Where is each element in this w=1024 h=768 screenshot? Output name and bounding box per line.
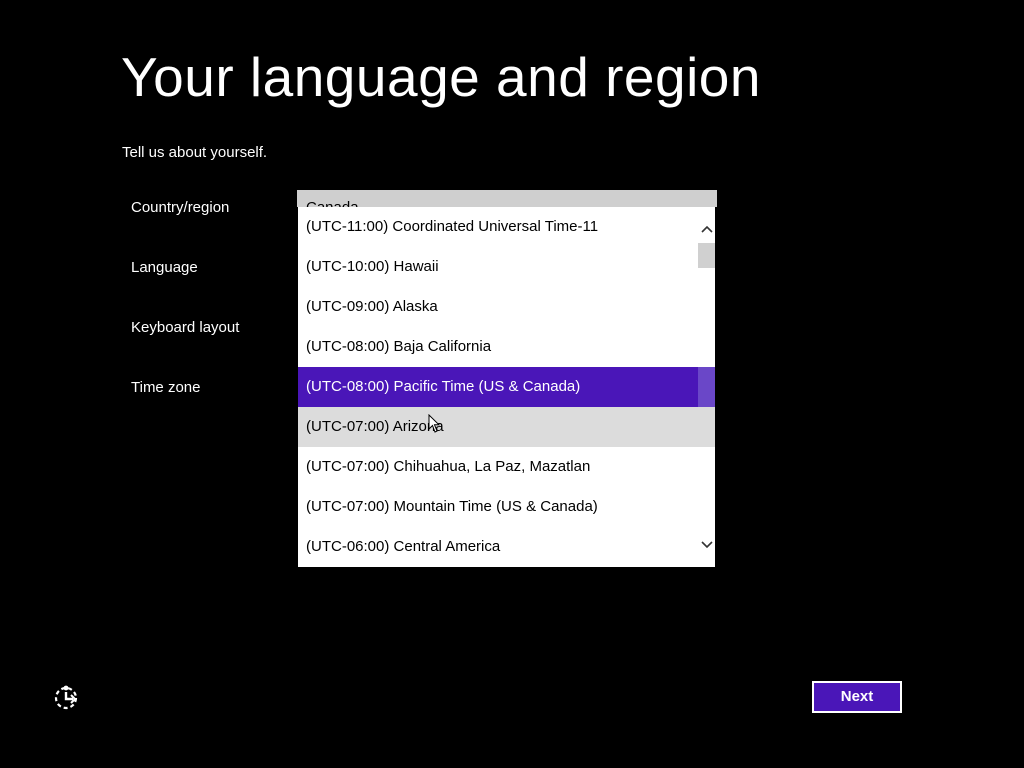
ease-of-access-icon[interactable] [53, 684, 81, 712]
time-zone-label: Time zone [131, 379, 201, 396]
time-zone-option[interactable]: (UTC-07:00) Mountain Time (US & Canada) [298, 487, 698, 527]
time-zone-option[interactable]: (UTC-06:00) Central America [298, 527, 698, 567]
time-zone-option[interactable]: (UTC-08:00) Baja California [298, 327, 698, 367]
page-title: Your language and region [121, 46, 761, 108]
page-subtitle: Tell us about yourself. [122, 144, 268, 161]
time-zone-option-hovered[interactable]: (UTC-07:00) Arizona [298, 407, 698, 447]
dropdown-scrollbar[interactable] [698, 207, 715, 567]
scrollbar-hover-band [698, 407, 715, 447]
time-zone-option[interactable]: (UTC-10:00) Hawaii [298, 247, 698, 287]
time-zone-option-selected[interactable]: (UTC-08:00) Pacific Time (US & Canada) [298, 367, 698, 407]
time-zone-dropdown-list[interactable]: (UTC-11:00) Coordinated Universal Time-1… [298, 207, 715, 567]
country-region-label: Country/region [131, 199, 230, 216]
next-button[interactable]: Next [812, 681, 902, 713]
chevron-down-icon [700, 541, 713, 549]
chevron-up-icon [700, 225, 713, 233]
scrollbar-selected-band [698, 367, 715, 407]
time-zone-option[interactable]: (UTC-09:00) Alaska [298, 287, 698, 327]
scroll-up-icon[interactable] [698, 219, 715, 239]
country-region-select[interactable]: Canada [297, 190, 717, 207]
time-zone-option[interactable]: (UTC-11:00) Coordinated Universal Time-1… [298, 207, 698, 247]
time-zone-option[interactable]: (UTC-07:00) Chihuahua, La Paz, Mazatlan [298, 447, 698, 487]
language-label: Language [131, 259, 198, 276]
keyboard-layout-label: Keyboard layout [131, 319, 240, 336]
mouse-pointer-icon [428, 414, 440, 433]
setup-page: Your language and region Tell us about y… [0, 0, 1024, 768]
scrollbar-thumb[interactable] [698, 243, 715, 268]
country-region-value: Canada [306, 199, 359, 207]
scroll-down-icon[interactable] [698, 535, 715, 555]
